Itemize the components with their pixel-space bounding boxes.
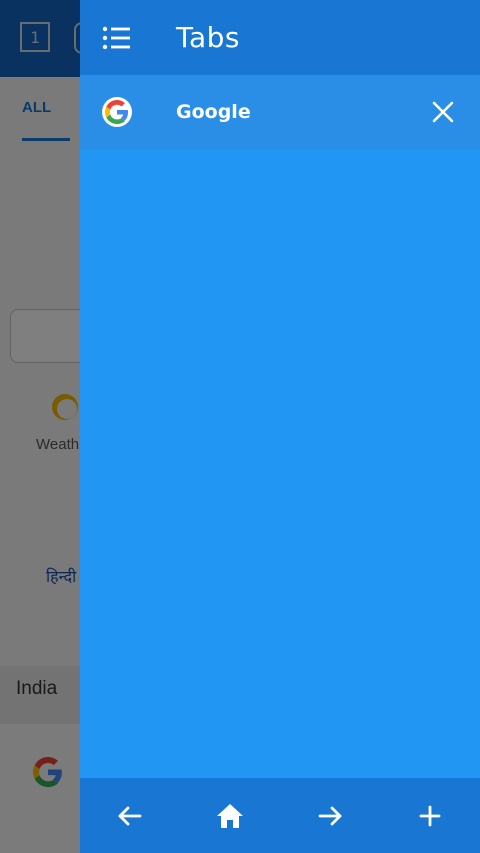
drawer-title: Tabs — [176, 21, 240, 54]
tab-item-google[interactable]: Google — [80, 75, 480, 149]
home-icon[interactable] — [214, 800, 246, 832]
forward-arrow-icon[interactable] — [314, 800, 346, 832]
plus-icon[interactable] — [414, 800, 446, 832]
drawer-header: Tabs — [80, 0, 480, 75]
google-g-icon — [102, 97, 132, 127]
drawer-bottom-bar — [80, 778, 480, 853]
back-arrow-icon[interactable] — [114, 800, 146, 832]
tabs-drawer: Tabs Google — [80, 0, 480, 853]
list-menu-icon[interactable] — [102, 24, 132, 52]
close-icon[interactable] — [428, 97, 458, 127]
tab-title: Google — [176, 101, 251, 123]
